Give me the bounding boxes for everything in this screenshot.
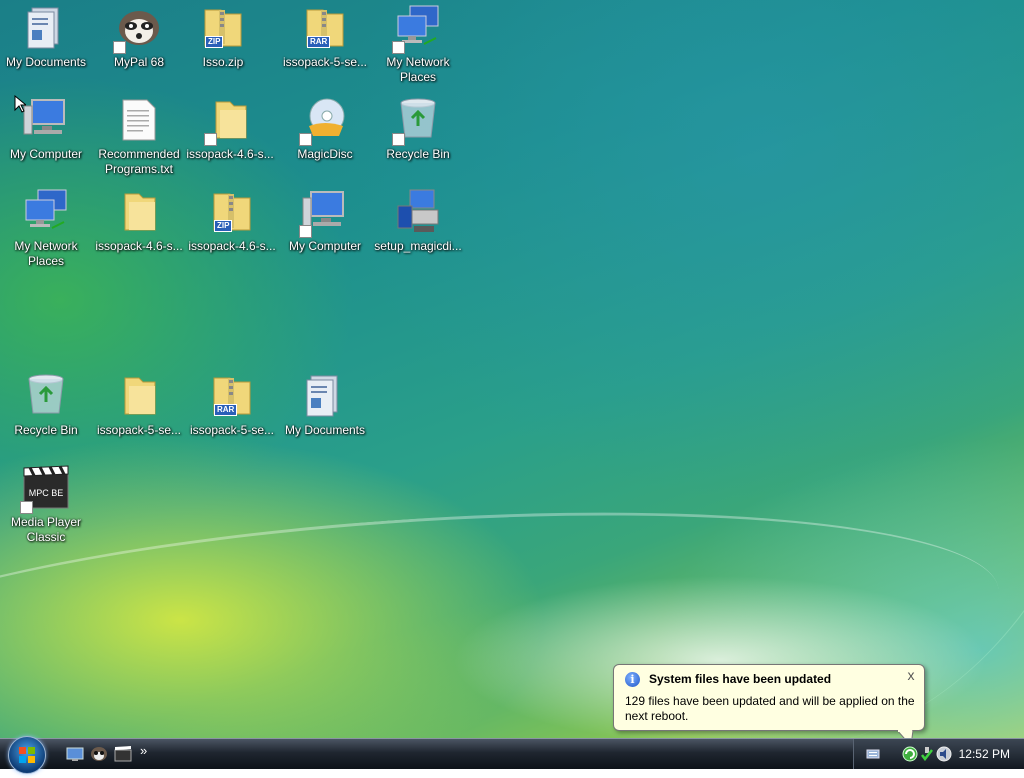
my-documents-icon <box>22 4 70 52</box>
rar-folder-icon: RAR <box>208 372 256 420</box>
icon-label: issopack-5-se... <box>282 55 368 69</box>
desktop-icon-issopack-5-folder[interactable]: issopack-5-se... <box>94 372 184 438</box>
desktop-icon-issopack-5-rar-2[interactable]: RAR issopack-5-se... <box>187 372 277 438</box>
desktop-icon-isso-zip[interactable]: ZIP Isso.zip <box>178 4 268 70</box>
icon-label: Recycle Bin <box>386 147 450 161</box>
disc-icon <box>299 96 349 146</box>
notification-balloon[interactable]: i System files have been updated x 129 f… <box>613 664 925 748</box>
computer-icon <box>299 188 349 238</box>
shortcut-arrow-icon <box>299 133 312 146</box>
rar-folder-icon: RAR <box>301 4 349 52</box>
desktop-icon-magicdisc[interactable]: MagicDisc <box>280 96 370 162</box>
shortcut-arrow-icon <box>113 41 126 54</box>
media-player-icon: MPC BE <box>20 464 70 514</box>
icon-label: My Computer <box>9 147 83 161</box>
icon-label: Isso.zip <box>202 55 244 69</box>
shortcut-arrow-icon <box>20 501 33 514</box>
rar-badge: RAR <box>214 404 238 416</box>
icon-label: issopack-5-se... <box>189 423 275 437</box>
show-desktop-icon[interactable] <box>66 746 84 762</box>
notification-title: System files have been updated <box>649 672 832 686</box>
rar-badge: RAR <box>307 36 331 48</box>
shortcut-arrow-icon <box>392 133 405 146</box>
recycle-bin-icon <box>22 372 70 420</box>
text-file-icon <box>115 96 163 144</box>
notification-body: 129 files have been updated and will be … <box>625 694 915 723</box>
icon-label: My Documents <box>284 423 366 437</box>
wallpaper-swoosh <box>560 0 1024 738</box>
icon-label: Recommended Programs.txt <box>98 147 180 176</box>
recycle-bin-icon <box>392 96 442 146</box>
computer-icon <box>22 96 70 144</box>
system-tray: 12:52 PM <box>853 739 1024 769</box>
zip-badge: ZIP <box>205 36 224 48</box>
raccoon-icon <box>113 4 163 54</box>
folder-icon <box>115 372 163 420</box>
desktop-icon-mypal[interactable]: MyPal 68 <box>94 4 184 70</box>
mpc-badge: MPC BE <box>29 488 64 498</box>
zip-folder-icon: ZIP <box>199 4 247 52</box>
info-icon: i <box>625 672 640 687</box>
shortcut-arrow-icon <box>204 133 217 146</box>
icon-label: My Computer <box>288 239 362 253</box>
desktop-icon-issopack-4-6-shortcut[interactable]: issopack-4.6-s... <box>185 96 275 162</box>
media-player-icon[interactable] <box>114 746 132 762</box>
update-icon[interactable] <box>902 746 918 762</box>
icon-label: My Network Places <box>386 55 450 84</box>
desktop-icon-my-documents[interactable]: My Documents <box>1 4 91 70</box>
start-button[interactable] <box>8 736 46 774</box>
desktop-icon-recycle-bin[interactable]: Recycle Bin <box>373 96 463 162</box>
keyboard-icon[interactable] <box>866 748 880 760</box>
clock[interactable]: 12:52 PM <box>959 747 1010 761</box>
folder-icon <box>115 188 163 236</box>
desktop-icon-issopack-4-6-folder[interactable]: issopack-4.6-s... <box>94 188 184 254</box>
desktop-icon-media-player-classic[interactable]: MPC BE Media Player Classic <box>1 464 91 545</box>
desktop-icon-issopack-4-6-zip[interactable]: ZIP issopack-4.6-s... <box>187 188 277 254</box>
my-documents-icon <box>301 372 349 420</box>
zip-folder-icon: ZIP <box>208 188 256 236</box>
icon-label: My Documents <box>5 55 87 69</box>
volume-icon[interactable] <box>936 746 952 762</box>
desktop-icon-my-network-places[interactable]: My Network Places <box>1 188 91 269</box>
desktop-icon-setup-magicdisc[interactable]: setup_magicdi... <box>373 188 463 254</box>
icon-label: issopack-4.6-s... <box>186 147 274 161</box>
desktop-icon-my-computer-shortcut[interactable]: My Computer <box>280 188 370 254</box>
network-icon <box>22 188 70 236</box>
desktop-icon-my-documents-2[interactable]: My Documents <box>280 372 370 438</box>
icon-label: Media Player Classic <box>10 515 82 544</box>
zip-badge: ZIP <box>214 220 233 232</box>
shortcut-arrow-icon <box>392 41 405 54</box>
desktop-icon-issopack-5-rar[interactable]: RAR issopack-5-se... <box>280 4 370 70</box>
installer-icon <box>394 188 442 236</box>
desktop-icon-recommended-programs[interactable]: Recommended Programs.txt <box>94 96 184 177</box>
icon-label: MyPal 68 <box>113 55 165 69</box>
desktop-icon-recycle-bin-2[interactable]: Recycle Bin <box>1 372 91 438</box>
mouse-pointer-icon <box>14 95 26 113</box>
icon-label: MagicDisc <box>297 147 353 161</box>
security-check-icon[interactable] <box>920 747 934 761</box>
icon-label: issopack-4.6-s... <box>95 239 183 253</box>
icon-label: My Network Places <box>14 239 78 268</box>
close-icon[interactable]: x <box>904 668 918 682</box>
desktop-icon-my-network-places[interactable]: My Network Places <box>373 4 463 85</box>
icon-label: issopack-5-se... <box>96 423 182 437</box>
quick-launch-chevron[interactable]: » <box>140 743 147 758</box>
folder-icon <box>204 96 254 146</box>
icon-label: Recycle Bin <box>14 423 78 437</box>
network-icon <box>392 4 442 54</box>
icon-label: issopack-4.6-s... <box>188 239 276 253</box>
shortcut-arrow-icon <box>299 225 312 238</box>
wallpaper-swoosh <box>420 0 1024 738</box>
icon-label: setup_magicdi... <box>374 239 462 253</box>
desktop: My Documents MyPal 68 ZIP Isso.zip RAR i… <box>0 0 1024 738</box>
mypal-icon[interactable] <box>90 746 108 762</box>
taskbar: » 12:52 PM <box>0 736 1024 774</box>
